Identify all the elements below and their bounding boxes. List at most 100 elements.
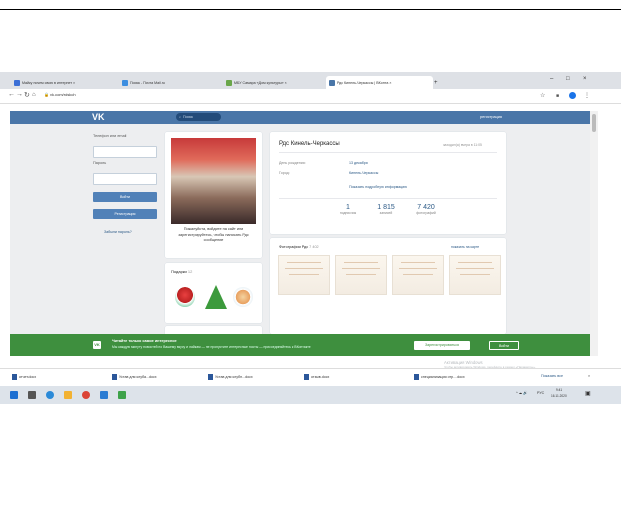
doc-line <box>460 274 490 275</box>
download-name: специализация отр....docx <box>421 375 465 379</box>
forward-arrow-icon[interactable]: → <box>16 91 23 98</box>
scrollbar[interactable] <box>590 111 598 356</box>
phone-input[interactable] <box>93 146 157 158</box>
divider <box>279 198 497 199</box>
birthday-label: День рождения: <box>279 161 306 165</box>
show-all-downloads[interactable]: Показать все <box>541 374 563 378</box>
show-more-link[interactable]: Показать подробную информацию <box>349 185 407 189</box>
top-divider <box>0 9 621 10</box>
forgot-password-link[interactable]: Забыли пароль? <box>104 230 132 234</box>
word-doc-icon <box>414 374 419 380</box>
stat-followers[interactable]: 1 подписчик <box>332 204 364 215</box>
avatar-card: Пожалуйста, войдите на сайт или зарегист… <box>165 132 262 258</box>
download-name: Устав для клуба...docx <box>119 375 157 379</box>
login-button[interactable]: Войти <box>93 192 157 202</box>
gifts-count: 12 <box>187 269 193 274</box>
birthday-value[interactable]: 13 декабря <box>349 161 368 165</box>
menu-dots-icon[interactable]: ⋮ <box>584 92 590 99</box>
gifts-header: Подарки 12 <box>171 269 192 274</box>
doc-line <box>289 274 319 275</box>
maximize-button[interactable]: □ <box>566 76 570 82</box>
photos-link[interactable]: показать на карте <box>451 245 479 249</box>
tray-icons[interactable]: ^ ☁ 🔊 <box>516 391 528 395</box>
banner-login-button[interactable]: Войти <box>489 341 519 350</box>
chrome-icon[interactable] <box>82 391 90 399</box>
profile-card: Рдс Кинель-Черкассы заходил(а) вчера в 1… <box>270 132 506 234</box>
clock-time[interactable]: 9:41 <box>556 388 562 392</box>
photo-thumbnail[interactable] <box>392 255 444 295</box>
download-item[interactable]: специализация отр....docx <box>414 374 465 380</box>
photos-card: Фотографии Рдс 7 402 показать на карте <box>270 238 506 334</box>
profile-name: Рдс Кинель-Черкассы <box>279 141 340 147</box>
download-item[interactable]: отзыв.docx <box>304 374 329 380</box>
photo-thumbnail[interactable] <box>335 255 387 295</box>
search-placeholder: Поиск <box>183 115 193 119</box>
doc-line <box>399 268 437 269</box>
start-icon[interactable] <box>10 391 18 399</box>
close-downloads-button[interactable]: × <box>588 374 590 378</box>
extension-icon[interactable]: ■ <box>556 93 559 99</box>
windows-taskbar: ^ ☁ 🔊 РУС 9:41 16.11.2020 ▣ <box>0 386 621 404</box>
photos-count: 7 402 <box>309 245 319 249</box>
doc-line <box>403 274 433 275</box>
city-value[interactable]: Кинель-Черкассы <box>349 171 378 175</box>
edge-icon[interactable] <box>46 391 54 399</box>
register-link[interactable]: регистрация <box>480 115 502 119</box>
banner-text: Мы каждую минуту новостей по Вашему вкус… <box>112 345 311 349</box>
vk-logo[interactable]: VK <box>92 112 105 122</box>
tab-1[interactable]: Майку почем свою в интернет × <box>14 76 118 89</box>
stat-number: 7 420 <box>417 204 435 211</box>
download-item[interactable]: Устав для клубн...docx <box>208 374 253 380</box>
close-window-button[interactable]: × <box>583 76 587 82</box>
download-item[interactable]: отчет.docx <box>12 374 36 380</box>
tab-3[interactable]: МБУ Самара «Дом культуры» × <box>226 76 322 89</box>
profile-avatar[interactable] <box>569 92 576 99</box>
clock-date[interactable]: 16.11.2020 <box>551 394 567 398</box>
profile-photo[interactable] <box>171 138 256 224</box>
search-icon: ⌕ <box>179 115 182 119</box>
home-icon[interactable]: ⌂ <box>32 92 36 98</box>
photo-thumbnail[interactable] <box>278 255 330 295</box>
task-view-icon[interactable] <box>28 391 36 399</box>
star-icon[interactable]: ☆ <box>540 92 545 99</box>
tab-label: МБУ Самара «Дом культуры» × <box>234 80 287 85</box>
reload-icon[interactable]: ↻ <box>24 91 30 99</box>
photo-thumbnail[interactable] <box>449 255 501 295</box>
stat-label: подписчик <box>339 211 357 215</box>
url-text[interactable]: vk.com/rdskch <box>50 92 76 97</box>
language-indicator[interactable]: РУС <box>537 391 544 395</box>
browser-tab-bar: Майку почем свою в интернет × Поиск - По… <box>0 72 621 89</box>
search-input[interactable]: ⌕ Поиск <box>176 113 221 121</box>
gift-tree-icon[interactable] <box>205 285 227 309</box>
download-item[interactable]: Устав для клуба...docx <box>112 374 157 380</box>
lock-icon: 🔒 <box>44 92 49 97</box>
address-bar: ← → ↻ ⌂ 🔒 vk.com/rdskch ☆ ■ ⋮ <box>0 89 621 104</box>
minimize-button[interactable]: – <box>550 76 553 82</box>
word-doc-icon <box>12 374 17 380</box>
tab-2[interactable]: Поиск - Почта Mail.ru <box>122 76 222 89</box>
tab-label: Майку почем свою в интернет × <box>22 80 76 85</box>
stat-number: 1 815 <box>377 204 395 211</box>
scrollbar-thumb[interactable] <box>592 114 596 132</box>
explorer-icon[interactable] <box>64 391 72 399</box>
gift-penguin-icon[interactable] <box>175 287 195 307</box>
password-input[interactable] <box>93 173 157 185</box>
tab-favicon <box>329 79 335 86</box>
tab-favicon <box>14 79 20 86</box>
stat-posts[interactable]: 1 815 записей <box>370 204 402 215</box>
gift-snowglobe-icon[interactable] <box>233 287 253 307</box>
notification-icon[interactable]: ▣ <box>585 390 591 397</box>
doc-line <box>287 262 321 263</box>
back-arrow-icon[interactable]: ← <box>8 91 15 98</box>
app-icon[interactable] <box>118 391 126 399</box>
register-button[interactable]: Регистрация <box>93 209 157 219</box>
banner-register-button[interactable]: Зарегистрироваться <box>414 341 470 350</box>
tab-4-active[interactable]: Рдс Кинель-Черкассы | ВКонта × <box>326 76 433 89</box>
new-tab-button[interactable]: + <box>434 76 444 89</box>
signup-banner: VK Читайте только самое интересное Мы ка… <box>10 334 590 356</box>
last-seen: заходил(а) вчера в 11:05 <box>443 143 482 147</box>
word-doc-icon <box>112 374 117 380</box>
message-hint: Пожалуйста, войдите на сайт или зарегист… <box>178 227 249 242</box>
word-icon[interactable] <box>100 391 108 399</box>
stat-photos[interactable]: 7 420 фотографий <box>408 204 444 215</box>
